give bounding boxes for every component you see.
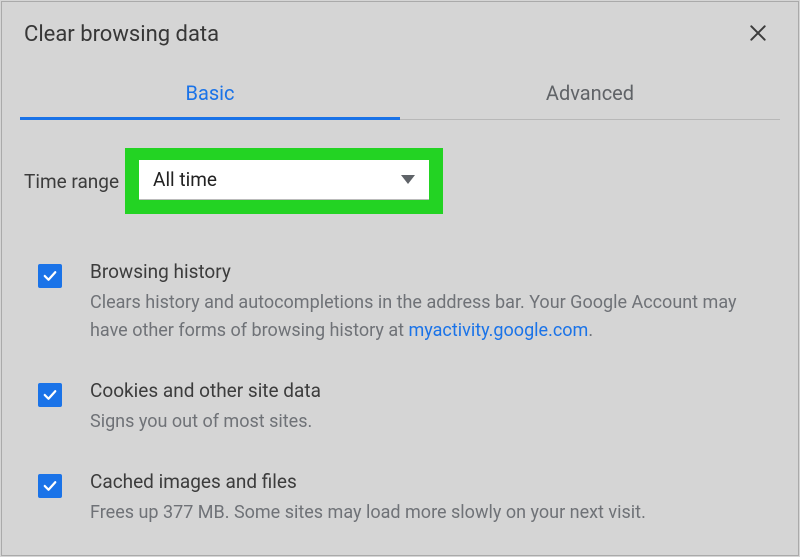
option-browsing-history: Browsing history Clears history and auto… [38, 260, 776, 345]
check-icon [41, 267, 59, 285]
close-button[interactable] [748, 23, 768, 47]
option-text: Cached images and files Frees up 377 MB.… [90, 470, 776, 527]
myactivity-link[interactable]: myactivity.google.com [408, 320, 588, 341]
tab-basic[interactable]: Basic [20, 69, 400, 119]
time-range-value: All time [153, 168, 217, 191]
time-range-row: Time range All time [24, 148, 776, 214]
dialog-header: Clear browsing data [2, 2, 798, 69]
checkbox-cache[interactable] [38, 474, 62, 498]
check-icon [41, 477, 59, 495]
time-range-highlight: All time [125, 148, 443, 214]
dialog-title: Clear browsing data [24, 22, 219, 47]
option-title: Browsing history [90, 260, 768, 283]
option-text: Cookies and other site data Signs you ou… [90, 379, 776, 436]
option-text: Browsing history Clears history and auto… [90, 260, 776, 345]
time-range-select[interactable]: All time [139, 160, 429, 200]
tab-bar: Basic Advanced [20, 69, 780, 120]
checkbox-cookies[interactable] [38, 383, 62, 407]
checkbox-browsing-history[interactable] [38, 264, 62, 288]
option-cookies: Cookies and other site data Signs you ou… [38, 379, 776, 436]
option-title: Cookies and other site data [90, 379, 768, 402]
check-icon [41, 386, 59, 404]
chevron-down-icon [401, 175, 415, 184]
dialog-body: Time range All time Browsing history Cle… [2, 120, 798, 527]
clear-browsing-data-dialog: Clear browsing data Basic Advanced Time … [1, 1, 799, 556]
option-desc: Frees up 377 MB. Some sites may load mor… [90, 499, 768, 527]
tab-advanced[interactable]: Advanced [400, 69, 780, 119]
option-title: Cached images and files [90, 470, 768, 493]
close-icon [748, 23, 768, 43]
option-cache: Cached images and files Frees up 377 MB.… [38, 470, 776, 527]
option-desc: Clears history and autocompletions in th… [90, 289, 768, 345]
option-desc: Signs you out of most sites. [90, 408, 768, 436]
time-range-label: Time range [24, 170, 119, 193]
